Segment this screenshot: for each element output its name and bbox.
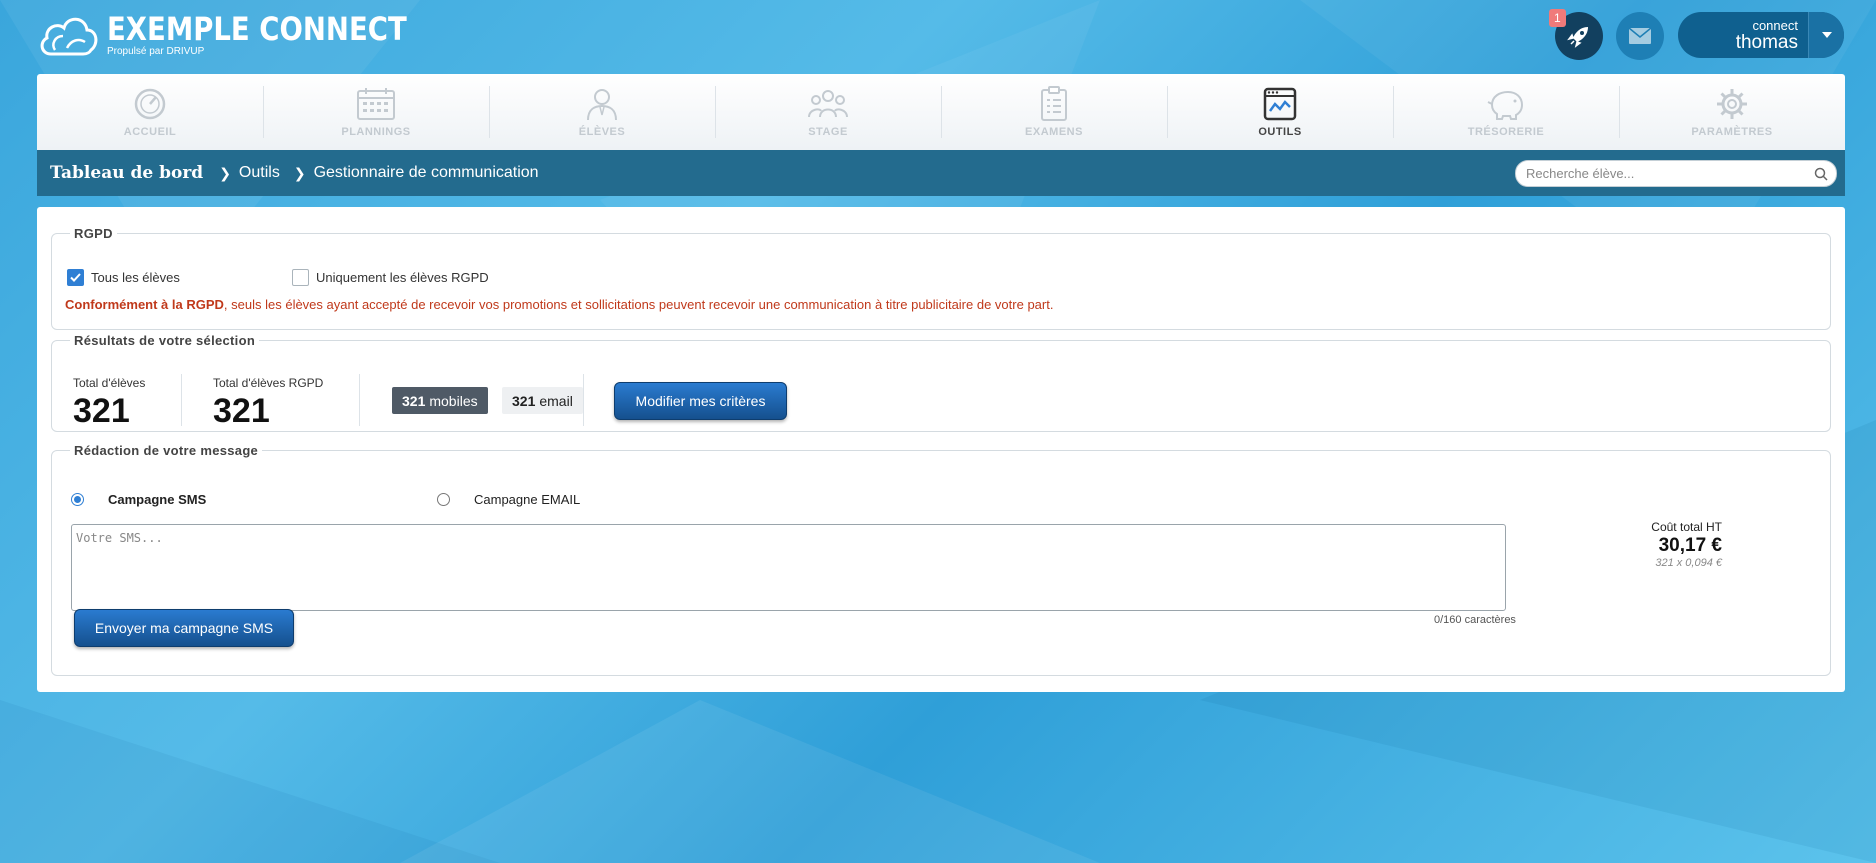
nav-label: PLANNINGS [341,126,411,138]
stat-value: 321 [73,392,130,430]
section-title: Résultats de votre sélection [74,333,256,348]
stat-label: Total d'élèves RGPD [213,376,324,390]
top-header: EXEMPLE CONNECT Propulsé par DRIVUP 1 co… [0,0,1876,70]
nav-item-outils[interactable]: OUTILS [1167,74,1393,150]
rocket-icon [1567,27,1588,48]
checkbox-label: Uniquement les élèves RGPD [316,270,489,285]
send-sms-campaign-button[interactable]: Envoyer ma campagne SMS [74,609,294,647]
user-menu-toggle[interactable] [1808,12,1844,58]
clipboard-icon [1034,86,1074,122]
search-icon[interactable] [1814,167,1828,181]
user-role: connect [1752,18,1798,33]
main-content: RGPD Tous les élèves Uniquement les élèv… [37,207,1845,692]
message-composition-section: Rédaction de votre message Campagne SMS … [51,443,1831,676]
cost-value: 30,17 € [1658,535,1722,556]
chevron-right-icon: ❯ [219,164,231,181]
divider [359,374,360,426]
caret-down-icon [1821,32,1832,38]
chevron-right-icon: ❯ [293,164,306,181]
user-name: thomas [1735,32,1798,53]
gear-icon [1712,86,1752,122]
nav-label: ÉLÈVES [578,126,626,138]
radio-button[interactable] [71,493,84,506]
checkbox-label: Tous les élèves [91,270,180,285]
cloud-logo-icon [40,17,98,56]
student-icon [582,86,622,122]
radio-email-campaign[interactable]: Campagne EMAIL [437,492,580,507]
nav-label: STAGE [808,126,848,138]
cost-detail: 321 x 0,094 € [1655,557,1722,569]
sms-textarea[interactable] [71,524,1506,611]
total-cost: Coût total HT 30,17 € 321 x 0,094 € [1632,520,1722,569]
rgpd-section: RGPD Tous les élèves Uniquement les élèv… [51,226,1831,330]
checkbox-all-students[interactable]: Tous les élèves [67,269,180,286]
divider [181,374,182,426]
checkbox-rgpd-students[interactable]: Uniquement les élèves RGPD [292,269,489,286]
nav-item-eleves[interactable]: ÉLÈVES [489,74,715,150]
total-rgpd-students: Total d'élèves RGPD 321 [213,376,323,431]
checkbox[interactable] [292,269,309,286]
nav-item-stage[interactable]: STAGE [715,74,941,150]
breadcrumb-current: Gestionnaire de communication [313,164,539,181]
radio-button[interactable] [437,493,450,506]
main-nav: ACCUEIL PLANNINGS ÉLÈVES STAGE EXAMENS O… [37,74,1845,150]
notification-badge: 1 [1549,9,1566,27]
messages-button[interactable] [1616,12,1664,60]
total-students: Total d'élèves 321 [73,376,145,431]
rgpd-notice: Conformément à la RGPD, seuls les élèves… [65,297,1053,312]
user-menu[interactable]: connect thomas [1678,12,1844,58]
divider [583,374,584,426]
modify-criteria-button[interactable]: Modifier mes critères [614,382,787,420]
radio-sms-campaign[interactable]: Campagne SMS [71,492,206,507]
dashboard-icon [130,86,170,122]
character-counter: 0/160 caractères [1434,614,1516,626]
radio-label: Campagne EMAIL [474,492,581,507]
tools-window-icon [1260,86,1300,122]
logo-title: EXEMPLE CONNECT [107,10,407,48]
nav-item-accueil[interactable]: ACCUEIL [37,74,263,150]
nav-label: OUTILS [1258,126,1302,138]
nav-item-examens[interactable]: EXAMENS [941,74,1167,150]
breadcrumb-outils[interactable]: Outils [239,164,280,182]
nav-label: EXAMENS [1025,126,1083,138]
section-title: RGPD [74,226,113,241]
breadcrumb-root[interactable]: Tableau de bord [50,163,203,183]
nav-label: TRÉSORERIE [1467,126,1545,138]
checkmark-icon [70,273,81,282]
nav-item-tresorerie[interactable]: TRÉSORERIE [1393,74,1619,150]
rgpd-notice-bold: Conformément à la RGPD [65,297,224,312]
search-input[interactable] [1526,166,1806,181]
radio-label: Campagne SMS [108,492,207,507]
nav-label: PARAMÈTRES [1691,126,1773,138]
stat-label: Total d'élèves [73,376,146,390]
stat-value: 321 [213,392,270,430]
selection-results-section: Résultats de votre sélection Total d'élè… [51,333,1831,432]
envelope-icon [1628,27,1652,44]
calendar-icon [356,86,396,122]
group-icon [808,86,848,122]
nav-label: ACCUEIL [123,126,177,138]
email-count-badge: 321 email [502,387,583,414]
nav-item-plannings[interactable]: PLANNINGS [263,74,489,150]
piggy-bank-icon [1486,86,1526,122]
nav-item-parametres[interactable]: PARAMÈTRES [1619,74,1845,150]
mobiles-count-badge: 321 mobiles [392,387,488,414]
section-title: Rédaction de votre message [74,443,259,458]
student-search [1515,160,1837,187]
rgpd-notice-text: , seuls les élèves ayant accepté de rece… [223,297,1054,312]
cost-label: Coût total HT [1651,520,1722,534]
breadcrumb: Tableau de bord ❯ Outils ❯ Gestionnaire … [37,150,1845,196]
checkbox[interactable] [67,269,84,286]
app-logo[interactable]: EXEMPLE CONNECT Propulsé par DRIVUP [37,10,456,60]
